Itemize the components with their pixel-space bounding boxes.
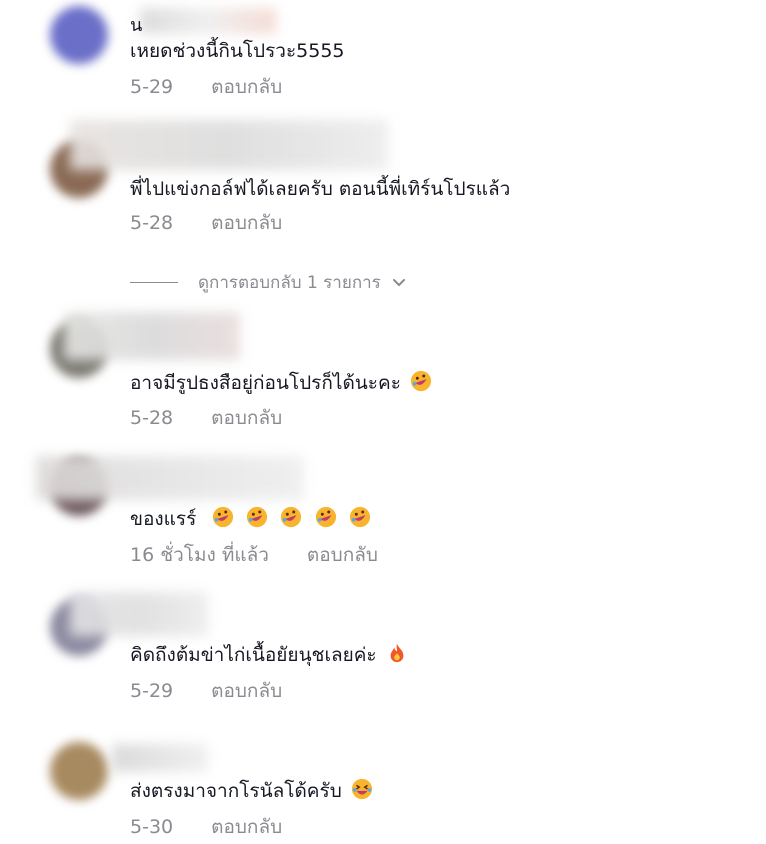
rolling-on-floor-laughing-icon	[410, 370, 432, 392]
reply-button[interactable]: ตอบกลับ	[211, 208, 282, 238]
comment-meta: 5-28 ตอบกลับ	[130, 208, 282, 238]
reply-button[interactable]: ตอบกลับ	[211, 676, 282, 706]
comment-date: 5-29	[130, 76, 174, 98]
username-blur	[70, 592, 208, 636]
rolling-on-floor-laughing-icon	[315, 506, 336, 528]
comment-text-content: ส่งตรงมาจากโรนัลโด้ครับ	[130, 780, 342, 802]
rolling-on-floor-laughing-icon	[247, 506, 268, 528]
username-blur	[64, 312, 240, 360]
comment-date: 5-28	[130, 212, 174, 234]
reply-button[interactable]: ตอบกลับ	[211, 403, 282, 433]
comment-text: ของแรร์	[130, 506, 371, 532]
reply-button[interactable]: ตอบกลับ	[211, 72, 282, 102]
comment-meta: 5-30 ตอบกลับ	[130, 812, 282, 842]
username-blur	[36, 456, 304, 500]
comment-text-content: คิดถึงต้มข่าไก่เนื้อยัยนุชเลยค่ะ	[130, 644, 377, 666]
comment-date: 5-30	[130, 816, 174, 838]
comment-text: คิดถึงต้มข่าไก่เนื้อยัยนุชเลยค่ะ	[130, 642, 408, 668]
fire-icon	[390, 643, 404, 663]
reply-button[interactable]: ตอบกลับ	[211, 812, 282, 842]
rolling-on-floor-laughing-icon	[281, 506, 302, 528]
rolling-on-floor-laughing-icon	[213, 506, 234, 528]
comment-text: ส่งตรงมาจากโรนัลโด้ครับ	[130, 778, 373, 804]
grinning-squinting-icon	[351, 778, 372, 800]
divider-line	[130, 281, 178, 283]
username-blur	[140, 8, 276, 34]
comment-date: 5-28	[130, 407, 174, 429]
rolling-on-floor-laughing-icon	[349, 506, 370, 528]
emoji-group	[206, 506, 370, 530]
comment-meta: 5-29 ตอบกลับ	[130, 676, 282, 706]
comment-meta: 16 ชั่วโมง ที่แล้ว ตอบกลับ	[130, 540, 378, 570]
username[interactable]: น	[130, 10, 142, 39]
username-blur	[70, 120, 388, 170]
view-replies-button[interactable]: ดูการตอบกลับ 1 รายการ	[130, 268, 407, 296]
view-replies-label: ดูการตอบกลับ 1 รายการ	[198, 272, 381, 293]
comment-date: 5-29	[130, 680, 174, 702]
comment-text: พี่ไปแข่งกอล์ฟได้เลยครับ ตอนนี้พี่เทิร์น…	[130, 178, 511, 200]
comment-date: 16 ชั่วโมง ที่แล้ว	[130, 544, 269, 566]
comment-text: อาจมีรูปธงสือยู่ก่อนโปรก็ได้นะคะ	[130, 370, 432, 396]
username-blur	[112, 744, 208, 772]
reply-button[interactable]: ตอบกลับ	[307, 540, 378, 570]
avatar[interactable]	[50, 6, 108, 64]
chevron-down-icon	[392, 279, 405, 286]
comment-text-content: อาจมีรูปธงสือยู่ก่อนโปรก็ได้นะคะ	[130, 372, 401, 394]
comment-meta: 5-29 ตอบกลับ	[130, 72, 282, 102]
comment-meta: 5-28 ตอบกลับ	[130, 403, 282, 433]
comment-text: เหยดช่วงนี้กินโปรวะ5555	[130, 40, 345, 62]
avatar[interactable]	[50, 742, 108, 800]
comment-text-content: ของแรร์	[130, 508, 197, 530]
